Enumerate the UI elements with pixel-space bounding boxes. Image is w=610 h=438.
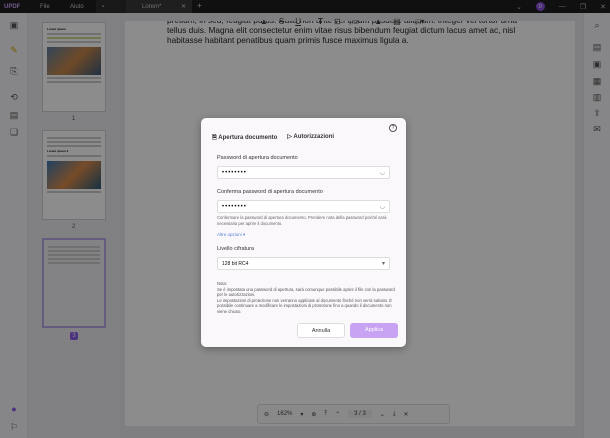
confirm-password-label: Conferma password di apertura documento — [217, 189, 323, 195]
password-value: •••••••• — [222, 170, 247, 176]
confirm-password-input[interactable]: •••••••• ◡ — [217, 200, 390, 213]
password-hint: Confermare la password di apertura docum… — [217, 215, 387, 226]
eye-hidden-icon[interactable]: ◡ — [380, 169, 385, 176]
apply-button[interactable]: Applica — [350, 323, 398, 338]
encryption-label: Livello cifratura — [217, 246, 254, 252]
cancel-button[interactable]: Annulla — [297, 323, 345, 338]
password-dialog: ? 🗎 Apertura documento ▷ Autorizzazioni … — [201, 118, 406, 347]
eye-hidden-icon[interactable]: ◡ — [380, 203, 385, 210]
password-label: Password di apertura documento — [217, 155, 298, 161]
note-text: Nota: Se è impostata una password di ape… — [217, 281, 395, 314]
tab-permissions[interactable]: ▷ Autorizzazioni — [287, 133, 334, 143]
password-input[interactable]: •••••••• ◡ — [217, 166, 390, 179]
confirm-password-value: •••••••• — [222, 204, 247, 210]
more-options-link[interactable]: Altre opzioni ▾ — [217, 232, 245, 238]
chevron-down-icon: ▾ — [381, 261, 385, 267]
help-icon[interactable]: ? — [389, 124, 397, 132]
tab-open-password[interactable]: 🗎 Apertura documento — [212, 133, 277, 143]
encryption-select[interactable]: 128 bit RC4 ▾ — [217, 257, 390, 270]
tab-label: Apertura documento — [218, 135, 278, 141]
encryption-value: 128 bit RC4 — [222, 261, 249, 267]
tab-label: Autorizzazioni — [293, 134, 335, 140]
